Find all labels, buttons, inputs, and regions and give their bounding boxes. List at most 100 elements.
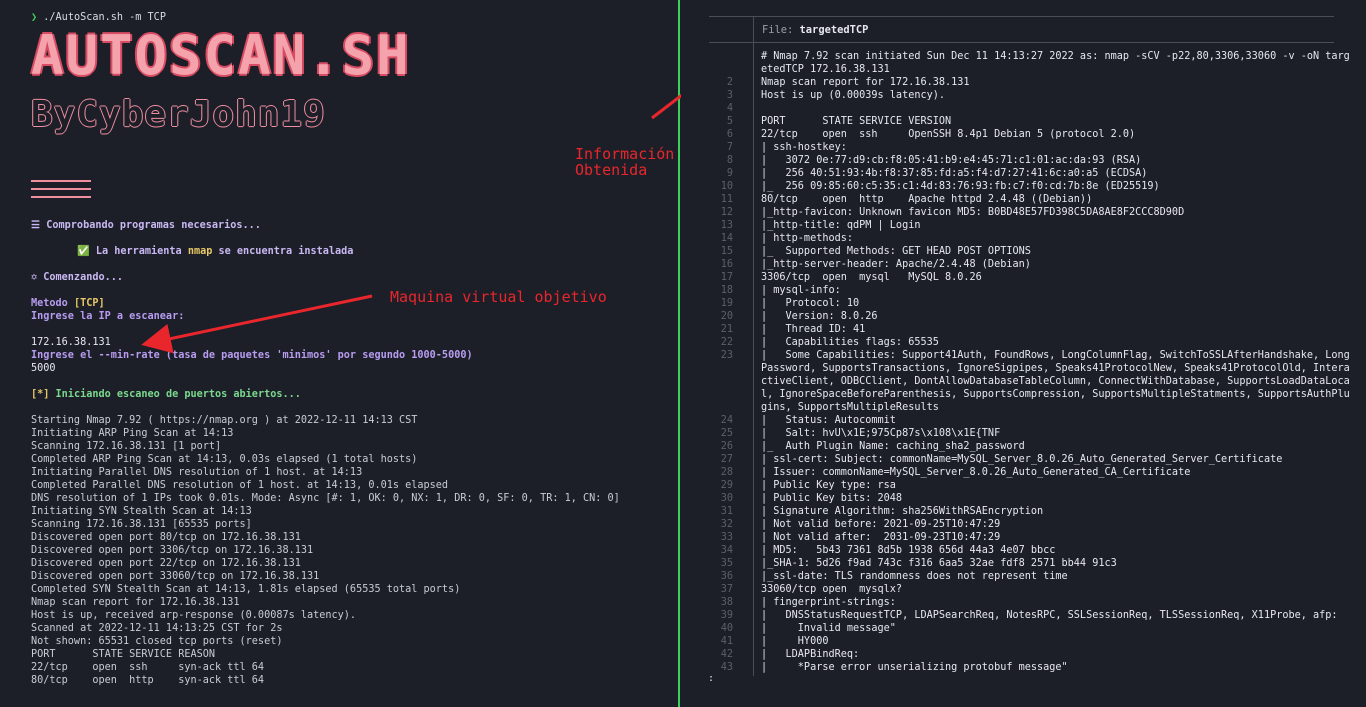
- file-line: 16 |_http-server-header: Apache/2.4.48 (D…: [709, 258, 1334, 271]
- file-line: 14 | http-methods:: [709, 232, 1334, 245]
- file-line: 17 3306/tcp open mysql MySQL 8.0.26: [709, 271, 1334, 284]
- file-line: 5 PORT STATE SERVICE VERSION: [709, 115, 1334, 128]
- output-line: 22/tcp open ssh syn-ack ttl 64: [31, 662, 265, 673]
- line-number: 24: [720, 415, 733, 426]
- file-line: 31 | Signature Algorithm: sha256WithRSAEn…: [709, 505, 1334, 518]
- line-number: 15: [720, 246, 733, 257]
- line-number: 4: [726, 103, 733, 114]
- line-text: | Issuer: commonName=MySQL_Server_8.0.26…: [761, 467, 1191, 478]
- prompt-arrow-icon: ❯: [31, 12, 38, 23]
- file-line: 10 |_ 256 09:85:60:c5:35:c1:4d:83:76:93:f…: [709, 180, 1334, 193]
- line-text: Nmap scan report for 172.16.38.131: [761, 77, 970, 88]
- line-text: | http-methods:: [761, 233, 854, 244]
- pane-divider[interactable]: [678, 0, 680, 707]
- line-text: |_http-server-header: Apache/2.4.48 (Deb…: [761, 259, 1031, 270]
- output-line: Initiating ARP Ping Scan at 14:13: [31, 428, 234, 439]
- line-number: 16: [720, 259, 733, 270]
- starting-line: ✡ Comenzando...: [31, 272, 124, 283]
- line-text: Password, SupportsTransactions, IgnoreSi…: [761, 363, 1350, 374]
- line-number: 25: [720, 428, 733, 439]
- output-line: Scanning 172.16.38.131 [65535 ports]: [31, 519, 252, 530]
- file-line: l, IgnoreSpaceBeforeParenthesis, Support…: [709, 388, 1350, 401]
- output-line: Scanned at 2022-12-11 14:13:25 CST for 2…: [31, 623, 283, 634]
- line-text: |_ Auth Plugin Name: caching_sha2_passwo…: [761, 441, 1025, 452]
- file-line: etedTCP 172.16.38.131: [709, 63, 1334, 76]
- line-text: | HY000: [761, 636, 829, 647]
- file-line: 25 | Salt: hvU\x1E;975Cp87s\x108\x1E{TNF: [709, 427, 1334, 440]
- file-line: 6 22/tcp open ssh OpenSSH 8.4p1 Debian 5 …: [709, 128, 1334, 141]
- file-line: 4: [709, 102, 1334, 115]
- prompt-command: ./AutoScan.sh -m TCP: [43, 12, 166, 23]
- line-text: | 3072 0e:77:d9:cb:f8:05:41:b9:e4:45:71:…: [761, 155, 1142, 166]
- file-line: 36 |_ssl-date: TLS randomness does not re…: [709, 570, 1334, 583]
- file-line: 33 | Not valid after: 2031-09-23T10:47:29: [709, 531, 1334, 544]
- line-number: 36: [720, 571, 733, 582]
- file-line: 27 | ssl-cert: Subject: commonName=MySQL_…: [709, 453, 1334, 466]
- line-text: etedTCP 172.16.38.131: [761, 64, 890, 75]
- line-number: 40: [720, 623, 733, 634]
- line-number: 3: [726, 90, 733, 101]
- output-line: Completed ARP Ping Scan at 14:13, 0.03s …: [31, 454, 418, 465]
- file-line: 32 | Not valid before: 2021-09-25T10:47:2…: [709, 518, 1334, 531]
- note-target-vm: Maquina virtual objetivo: [390, 288, 607, 306]
- line-text: |_ Supported Methods: GET HEAD POST OPTI…: [761, 246, 1031, 257]
- line-number: 30: [720, 493, 733, 504]
- file-line: 19 | Protocol: 10: [709, 297, 1334, 310]
- file-line: 2 Nmap scan report for 172.16.38.131: [709, 76, 1334, 89]
- file-line: 40 | Invalid message": [709, 622, 1334, 635]
- line-number: 2: [726, 77, 733, 88]
- line-text: | Not valid after: 2031-09-23T10:47:29: [761, 532, 1001, 543]
- ip-input[interactable]: 172.16.38.131: [31, 336, 111, 349]
- nmap-output: Starting Nmap 7.92 ( https://nmap.org ) …: [31, 414, 620, 687]
- line-number: 32: [720, 519, 733, 530]
- line-number: 38: [720, 597, 733, 608]
- rate-input[interactable]: 5000: [31, 362, 56, 375]
- line-text: | 256 40:51:93:4b:f8:37:85:fd:a5:f4:d7:2…: [761, 168, 1148, 179]
- line-number: 14: [720, 233, 733, 244]
- line-number: 41: [720, 636, 733, 647]
- line-text: |_SHA-1: 5d26 f9ad 743c f316 6aa5 32ae f…: [761, 558, 1117, 569]
- line-text: | ssh-hostkey:: [761, 142, 847, 153]
- file-line: 12 |_http-favicon: Unknown favicon MD5: B…: [709, 206, 1334, 219]
- line-text: 22/tcp open ssh OpenSSH 8.4p1 Debian 5 (…: [761, 129, 1136, 140]
- output-line: Initiating SYN Stealth Scan at 14:13: [31, 506, 252, 517]
- file-line: 8 | 3072 0e:77:d9:cb:f8:05:41:b9:e4:45:71…: [709, 154, 1334, 167]
- line-text: | Version: 8.0.26: [761, 311, 878, 322]
- line-number: 37: [720, 584, 733, 595]
- header-top-rule: [709, 16, 1334, 17]
- file-line: 23 | Some Capabilities: Support41Auth, Fo…: [709, 349, 1350, 362]
- line-text: | *Parse error unserializing protobuf me…: [761, 662, 1068, 673]
- file-line: 41 | HY000: [709, 635, 1334, 648]
- line-text: | Not valid before: 2021-09-25T10:47:29: [761, 519, 1001, 530]
- file-line: Password, SupportsTransactions, IgnoreSi…: [709, 362, 1350, 375]
- scan-start-line: [*] Iniciando escaneo de puertos abierto…: [31, 389, 301, 400]
- ip-prompt: Ingrese la IP a escanear:: [31, 311, 185, 322]
- line-text: l, IgnoreSpaceBeforeParenthesis, Support…: [761, 389, 1350, 400]
- file-line: 35 |_SHA-1: 5d26 f9ad 743c f316 6aa5 32ae…: [709, 557, 1334, 570]
- file-line: 9 | 256 40:51:93:4b:f8:37:85:fd:a5:f4:d7:…: [709, 167, 1334, 180]
- left-terminal-pane[interactable]: ❯ ./AutoScan.sh -m TCP AUTOSCAN.SH ByCyb…: [0, 0, 678, 707]
- right-file-viewer[interactable]: File: targetedTCP # Nmap 7.92 scan initi…: [681, 0, 1366, 707]
- output-line: Discovered open port 80/tcp on 172.16.38…: [31, 532, 301, 543]
- file-line: 3 Host is up (0.00039s latency).: [709, 89, 1334, 102]
- line-text: 80/tcp open http Apache httpd 2.4.48 ((D…: [761, 194, 1093, 205]
- output-line: Host is up, received arp-response (0.000…: [31, 610, 357, 621]
- line-number: 5: [726, 116, 733, 127]
- note-info-obtained: Información Obtenida: [575, 145, 675, 179]
- line-text: ctiveClient, ODBCClient, DontAllowDataba…: [761, 376, 1350, 387]
- line-number: 27: [720, 454, 733, 465]
- file-line: gins, SupportsMultipleResults: [709, 401, 1334, 414]
- line-number: 28: [720, 467, 733, 478]
- pager-prompt[interactable]: :: [708, 673, 714, 684]
- line-text: | Capabilities flags: 65535: [761, 337, 939, 348]
- output-line: Completed SYN Stealth Scan at 14:13, 1.8…: [31, 584, 461, 595]
- file-line: 28 | Issuer: commonName=MySQL_Server_8.0.…: [709, 466, 1334, 479]
- header-bottom-rule: [709, 42, 1334, 43]
- line-number: 10: [720, 181, 733, 192]
- line-text: | Some Capabilities: Support41Auth, Foun…: [761, 350, 1350, 361]
- ascii-banner: AUTOSCAN.SH ByCyberJohn19: [31, 26, 411, 136]
- method-line: Metodo [TCP]: [31, 298, 105, 309]
- line-text: 33060/tcp open mysqlx?: [761, 584, 903, 595]
- line-number: 19: [720, 298, 733, 309]
- line-number: 23: [720, 350, 733, 361]
